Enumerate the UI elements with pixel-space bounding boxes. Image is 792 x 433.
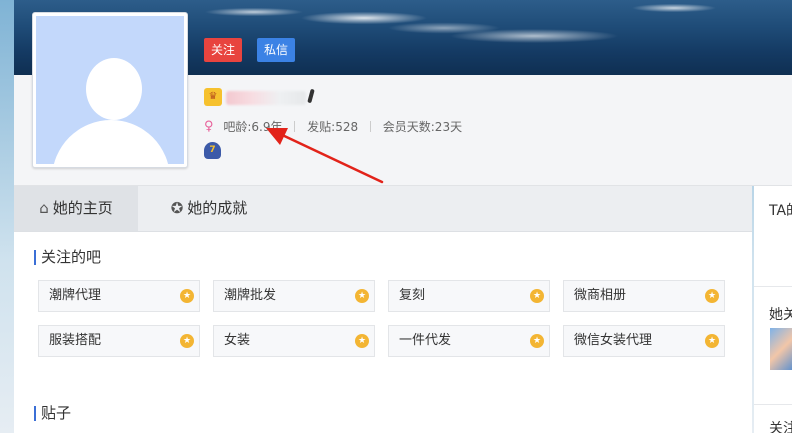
star-icon: ★ — [355, 289, 369, 303]
avatar[interactable] — [32, 12, 188, 168]
star-icon: ★ — [705, 289, 719, 303]
annotation-arrow — [266, 128, 384, 184]
followed-user-avatar[interactable] — [770, 328, 792, 370]
tab-her-homepage[interactable]: ⌂ 她的主页 — [14, 186, 138, 231]
medal-icon: ✪ — [170, 199, 184, 217]
message-button[interactable]: 私信 — [257, 38, 296, 62]
tab-label: 她的主页 — [52, 199, 113, 217]
username-redacted — [226, 91, 306, 105]
home-icon: ⌂ — [39, 199, 49, 217]
star-icon: ★ — [530, 289, 544, 303]
tab-label: 她的成就 — [187, 199, 248, 217]
bar-item-label: 潮牌代理 — [49, 288, 102, 303]
star-icon: ★ — [355, 334, 369, 348]
bar-item-label: 服装搭配 — [49, 333, 102, 348]
main-content: ⌂ 她的主页 ✪ 她的成就 关注的吧 潮牌代理 ★ 潮牌批发 ★ 复刻 ★ 微商相册… — [14, 186, 752, 433]
tab-her-achievements[interactable]: ✪ 她的成就 — [154, 186, 264, 231]
ta-section-title: TA的 — [769, 203, 792, 219]
bar-item[interactable]: 女装 ★ — [213, 325, 375, 357]
bar-item-label: 女装 — [224, 333, 251, 348]
bar-item-label: 微商相册 — [574, 288, 627, 303]
profile-tabs: ⌂ 她的主页 ✪ 她的成就 — [14, 186, 752, 232]
female-icon: ♀ — [204, 119, 214, 134]
star-icon: ★ — [180, 289, 194, 303]
star-icon: ★ — [705, 334, 719, 348]
bar-item[interactable]: 微商相册 ★ — [563, 280, 725, 312]
bar-item[interactable]: 一件代发 ★ — [388, 325, 550, 357]
bar-item-label: 潮牌批发 — [224, 288, 277, 303]
bar-item[interactable]: 复刻 ★ — [388, 280, 550, 312]
star-icon: ★ — [530, 334, 544, 348]
bar-item[interactable]: 微信女装代理 ★ — [563, 325, 725, 357]
followed-bars-title: 关注的吧 — [34, 250, 101, 265]
bar-item-label: 微信女装代理 — [574, 333, 653, 348]
her-follows-title: 她关 — [769, 307, 792, 323]
bar-item[interactable]: 潮牌批发 ★ — [213, 280, 375, 312]
divider — [754, 286, 792, 287]
star-icon: ★ — [180, 334, 194, 348]
follow-button[interactable]: 关注 — [204, 38, 243, 62]
level-badge-icon[interactable]: 7 — [204, 142, 221, 159]
member-days: 会员天数:23天 — [382, 120, 463, 134]
posts-title: 贴子 — [34, 406, 71, 421]
bar-item[interactable]: 潮牌代理 ★ — [38, 280, 200, 312]
default-avatar-icon — [36, 16, 184, 164]
divider — [754, 404, 792, 405]
right-sidebar: TA的 她关 关注 — [754, 186, 792, 433]
follow-section-title: 关注 — [769, 421, 792, 433]
bar-item[interactable]: 服装搭配 ★ — [38, 325, 200, 357]
bar-item-label: 复刻 — [399, 288, 426, 303]
bar-item-label: 一件代发 — [399, 333, 452, 348]
vip-crown-icon: ♛ — [204, 88, 222, 106]
